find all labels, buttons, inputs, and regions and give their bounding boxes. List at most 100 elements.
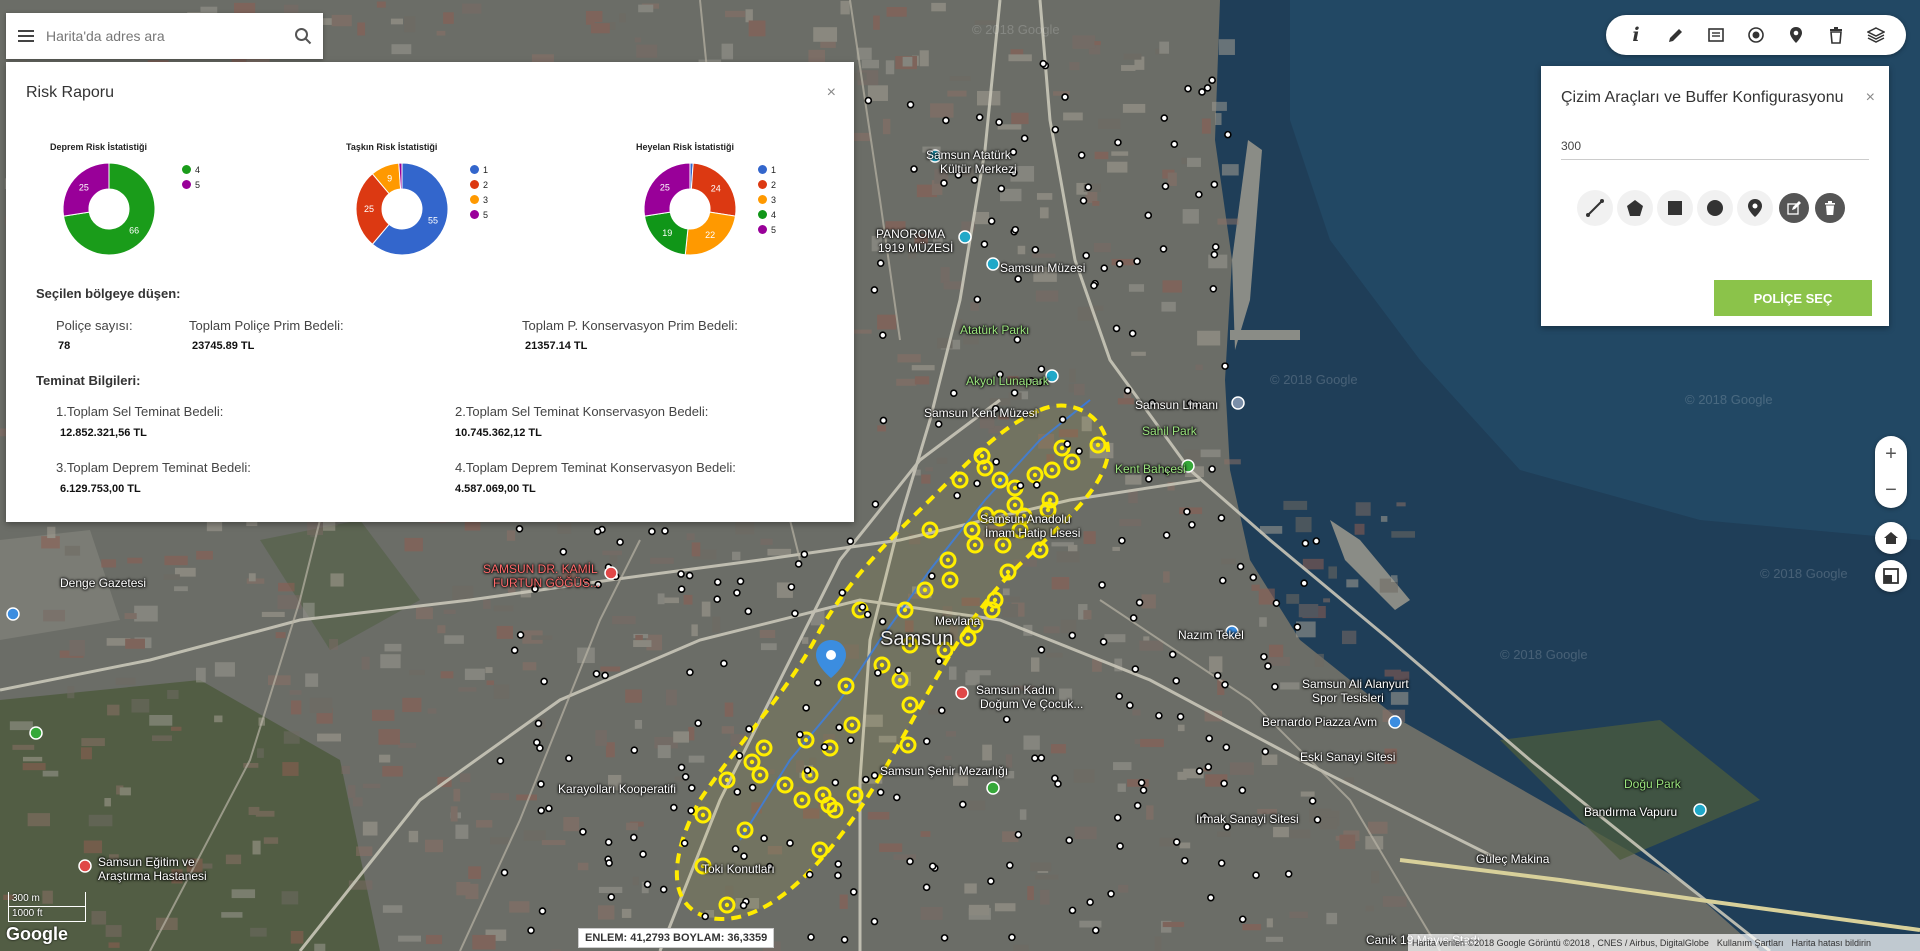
policy-point[interactable] [694,719,702,727]
hamburger-menu-icon[interactable] [6,13,46,59]
policy-point[interactable] [720,659,728,668]
policy-point[interactable] [1161,182,1170,191]
policy-point[interactable] [1301,539,1310,548]
policy-point[interactable] [1210,180,1219,189]
policy-point[interactable] [953,491,961,500]
policy-point[interactable] [1168,650,1177,659]
policy-point[interactable] [973,479,981,488]
policy-point[interactable] [1176,712,1185,721]
policy-point[interactable] [1086,898,1094,906]
policy-point[interactable] [1065,836,1074,845]
policy-point[interactable] [739,901,748,910]
policy-point[interactable] [871,500,880,509]
policy-point[interactable] [536,744,544,752]
policy-point[interactable] [527,926,535,935]
policy-point[interactable] [1183,507,1191,516]
policy-point[interactable] [643,880,652,889]
map-place-label[interactable]: Toki Konutları [702,862,775,876]
policy-point[interactable] [1112,324,1121,333]
policy-point[interactable] [688,784,696,792]
map-place-label[interactable]: PANOROMA [876,227,945,241]
policy-point[interactable] [1213,671,1222,680]
map-place-label[interactable]: Doğu Park [1624,777,1681,791]
map-place-label[interactable]: Karayolları Kooperatifi [558,782,676,796]
map-place-label[interactable]: Samsun Limanı [1135,398,1218,412]
policy-point[interactable] [733,588,741,597]
policy-point[interactable] [685,571,694,580]
policy-point[interactable] [630,746,639,755]
policy-point[interactable] [874,669,882,677]
policy-point[interactable] [935,657,943,665]
policy-point[interactable] [1155,711,1163,720]
policy-point[interactable] [1210,250,1219,259]
policy-point[interactable] [846,736,855,745]
policy-point[interactable] [604,838,613,846]
policy-point[interactable] [1172,677,1181,685]
policy-point[interactable] [537,806,546,815]
draw-marker-icon[interactable] [1737,190,1773,226]
draw-line-icon[interactable] [1577,190,1613,226]
policy-point[interactable] [1063,440,1072,448]
policy-point[interactable] [1139,786,1148,794]
policy-point[interactable] [1218,576,1227,585]
ruler-icon[interactable] [1875,560,1907,592]
policy-point[interactable] [906,100,915,109]
map-place-label[interactable]: Irmak Sanayi Sitesi [1196,812,1299,826]
policy-point[interactable] [1144,211,1153,220]
policy-point[interactable] [670,803,678,812]
policy-point[interactable] [1079,196,1088,205]
policy-point[interactable] [686,668,694,677]
policy-point[interactable] [940,934,949,942]
map-place-label[interactable]: Samsun Şehir Mezarlığı [880,764,1008,778]
policy-point[interactable] [607,893,616,901]
policy-point[interactable] [1195,190,1203,199]
close-icon[interactable]: × [1866,89,1875,107]
policy-point[interactable] [1010,389,1019,397]
zoom-in-button[interactable]: + [1875,436,1907,472]
map-place-label[interactable]: Araştırma Hastanesi [98,869,207,883]
policy-point[interactable] [1252,871,1260,879]
policy-point[interactable] [1172,838,1181,846]
policy-point[interactable] [1014,830,1023,839]
policy-point[interactable] [803,766,812,775]
policy-point[interactable] [987,217,996,225]
policy-point[interactable] [959,800,967,809]
policy-point[interactable] [760,834,768,843]
policy-point[interactable] [1137,778,1146,787]
policy-point[interactable] [1126,701,1134,710]
policy-point[interactable] [677,570,685,578]
policy-point[interactable] [677,585,686,593]
policy-point[interactable] [942,116,950,125]
policy-point[interactable] [1260,652,1268,661]
policy-point[interactable] [870,917,879,926]
policy-point[interactable] [1051,125,1060,134]
policy-point[interactable] [1068,906,1077,915]
policy-point[interactable] [1170,140,1179,148]
notes-icon[interactable] [1702,21,1730,49]
policy-point[interactable] [910,165,918,173]
policy-point[interactable] [1249,573,1258,582]
draw-rectangle-icon[interactable] [1657,190,1693,226]
policy-point[interactable] [1128,329,1137,338]
policy-point[interactable] [1224,130,1232,139]
policy-point[interactable] [1032,481,1041,489]
policy-point[interactable] [995,118,1003,127]
close-icon[interactable]: × [827,84,836,102]
policy-point[interactable] [592,670,601,678]
layers-icon[interactable] [1862,21,1890,49]
policy-point[interactable] [1107,889,1115,898]
policy-point[interactable] [1068,631,1077,640]
policy-point[interactable] [516,631,525,639]
policy-point[interactable] [540,677,548,686]
policy-point[interactable] [1284,870,1293,878]
policy-point[interactable] [938,706,946,715]
policy-point[interactable] [1115,260,1124,268]
policy-point[interactable] [1261,747,1270,756]
policy-point[interactable] [1114,138,1122,147]
policy-point[interactable] [997,184,1006,193]
map-place-label[interactable]: SAMSUN DR. KAMİL [483,562,598,576]
policy-point[interactable] [1203,84,1212,92]
policy-point[interactable] [1131,665,1140,673]
map-place-label[interactable]: Samsun Müzesi [1000,261,1085,275]
map-place-label[interactable]: Eski Sanayi Sitesi [1300,750,1395,764]
